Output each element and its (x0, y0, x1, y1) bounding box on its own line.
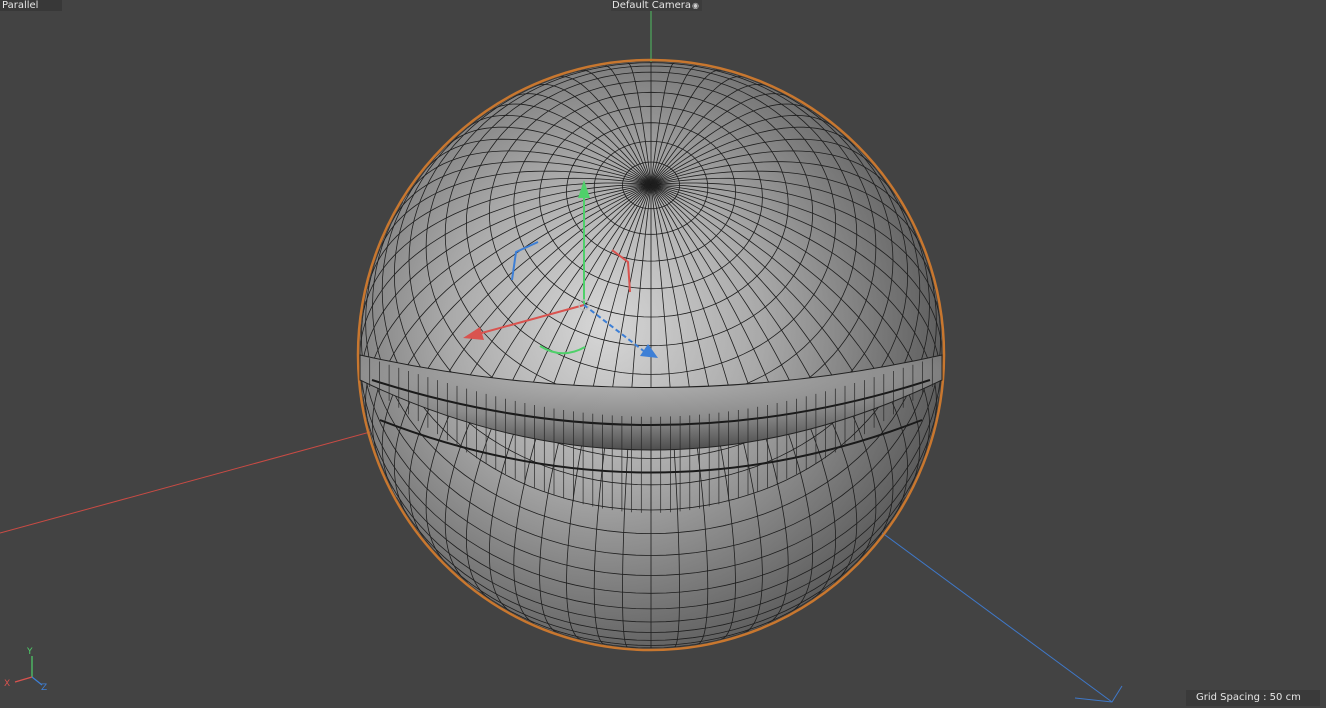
axis-x-label: X (4, 679, 10, 689)
axis-z-label: Z (41, 683, 47, 693)
axis-orientation-widget: Y X Z (4, 647, 47, 693)
3d-viewport[interactable]: Y X Z (0, 0, 1326, 708)
camera-eye-icon[interactable]: ◉ (692, 0, 699, 11)
world-z-arrow-icon (1074, 685, 1123, 703)
projection-mode-label[interactable]: Parallel (0, 0, 62, 11)
world-x-axis (0, 422, 404, 534)
camera-menu[interactable]: Default Camera◉ (611, 0, 702, 11)
grid-spacing-label: Grid Spacing : 50 cm (1186, 690, 1320, 706)
axis-y-label: Y (26, 647, 33, 657)
camera-label: Default Camera (612, 0, 691, 11)
